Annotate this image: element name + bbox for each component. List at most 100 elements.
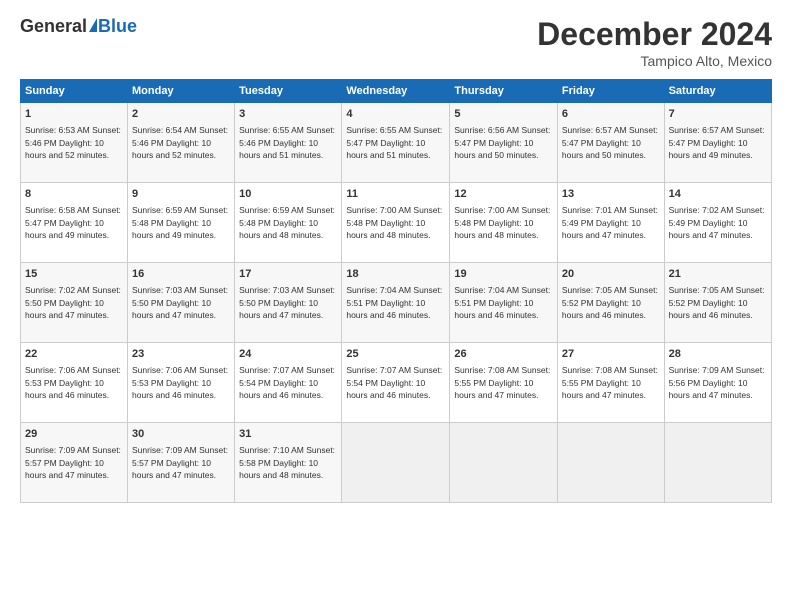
day-info: Sunrise: 7:00 AM Sunset: 5:48 PM Dayligh… xyxy=(454,204,553,241)
day-number: 27 xyxy=(562,347,660,362)
day-number: 17 xyxy=(239,267,337,282)
calendar-week-row: 29Sunrise: 7:09 AM Sunset: 5:57 PM Dayli… xyxy=(21,423,772,503)
calendar-cell: 3 Sunrise: 6:55 AM Sunset: 5:46 PM Daylig… xyxy=(235,103,342,183)
page: General Blue December 2024 Tampico Alto,… xyxy=(0,0,792,612)
calendar-day-header: Thursday xyxy=(450,80,558,103)
day-number: 25 xyxy=(346,347,445,362)
day-number: 22 xyxy=(25,347,123,362)
day-number: 13 xyxy=(562,187,660,202)
day-number: 18 xyxy=(346,267,445,282)
calendar-cell: 23 Sunrise: 7:06 AM Sunset: 5:53 PM Dayli… xyxy=(128,343,235,423)
logo: General Blue xyxy=(20,16,137,37)
calendar-header-row: SundayMondayTuesdayWednesdayThursdayFrid… xyxy=(21,80,772,103)
day-number: 31 xyxy=(239,427,337,442)
day-info: Sunrise: 6:54 AM Sunset: 5:46 PM Dayligh… xyxy=(132,124,230,161)
calendar-week-row: 15 Sunrise: 7:02 AM Sunset: 5:50 PM Dayli… xyxy=(21,263,772,343)
day-info: Sunrise: 7:04 AM Sunset: 5:51 PM Dayligh… xyxy=(454,284,553,321)
day-info: Sunrise: 6:59 AM Sunset: 5:48 PM Dayligh… xyxy=(132,204,230,241)
day-info: Sunrise: 6:56 AM Sunset: 5:47 PM Dayligh… xyxy=(454,124,553,161)
calendar-cell: 29Sunrise: 7:09 AM Sunset: 5:57 PM Dayli… xyxy=(21,423,128,503)
calendar-day-header: Monday xyxy=(128,80,235,103)
day-number: 4 xyxy=(346,107,445,122)
logo-blue-text: Blue xyxy=(98,16,137,37)
calendar-cell: 20 Sunrise: 7:05 AM Sunset: 5:52 PM Dayli… xyxy=(557,263,664,343)
day-info: Sunrise: 6:55 AM Sunset: 5:46 PM Dayligh… xyxy=(239,124,337,161)
calendar-table: SundayMondayTuesdayWednesdayThursdayFrid… xyxy=(20,79,772,503)
calendar-cell: 7Sunrise: 6:57 AM Sunset: 5:47 PM Daylig… xyxy=(664,103,771,183)
day-info: Sunrise: 7:07 AM Sunset: 5:54 PM Dayligh… xyxy=(239,364,337,401)
calendar-cell: 1Sunrise: 6:53 AM Sunset: 5:46 PM Daylig… xyxy=(21,103,128,183)
calendar-cell: 8 Sunrise: 6:58 AM Sunset: 5:47 PM Daylig… xyxy=(21,183,128,263)
day-info: Sunrise: 6:55 AM Sunset: 5:47 PM Dayligh… xyxy=(346,124,445,161)
calendar-day-header: Friday xyxy=(557,80,664,103)
calendar-cell: 18 Sunrise: 7:04 AM Sunset: 5:51 PM Dayli… xyxy=(342,263,450,343)
calendar-cell xyxy=(450,423,558,503)
day-number: 6 xyxy=(562,107,660,122)
day-info: Sunrise: 7:08 AM Sunset: 5:55 PM Dayligh… xyxy=(562,364,660,401)
calendar-cell: 21Sunrise: 7:05 AM Sunset: 5:52 PM Dayli… xyxy=(664,263,771,343)
calendar-cell xyxy=(664,423,771,503)
day-number: 26 xyxy=(454,347,553,362)
calendar-cell: 12 Sunrise: 7:00 AM Sunset: 5:48 PM Dayli… xyxy=(450,183,558,263)
calendar-cell: 25 Sunrise: 7:07 AM Sunset: 5:54 PM Dayli… xyxy=(342,343,450,423)
day-number: 19 xyxy=(454,267,553,282)
day-info: Sunrise: 7:07 AM Sunset: 5:54 PM Dayligh… xyxy=(346,364,445,401)
day-info: Sunrise: 7:06 AM Sunset: 5:53 PM Dayligh… xyxy=(132,364,230,401)
calendar-cell: 6 Sunrise: 6:57 AM Sunset: 5:47 PM Daylig… xyxy=(557,103,664,183)
day-number: 30 xyxy=(132,427,230,442)
day-number: 10 xyxy=(239,187,337,202)
day-info: Sunrise: 7:04 AM Sunset: 5:51 PM Dayligh… xyxy=(346,284,445,321)
day-info: Sunrise: 7:09 AM Sunset: 5:57 PM Dayligh… xyxy=(132,444,230,481)
day-info: Sunrise: 7:10 AM Sunset: 5:58 PM Dayligh… xyxy=(239,444,337,481)
calendar-cell: 22 Sunrise: 7:06 AM Sunset: 5:53 PM Dayli… xyxy=(21,343,128,423)
day-info: Sunrise: 7:02 AM Sunset: 5:50 PM Dayligh… xyxy=(25,284,123,321)
day-info: Sunrise: 7:05 AM Sunset: 5:52 PM Dayligh… xyxy=(562,284,660,321)
calendar-day-header: Tuesday xyxy=(235,80,342,103)
day-number: 9 xyxy=(132,187,230,202)
day-number: 16 xyxy=(132,267,230,282)
day-info: Sunrise: 7:08 AM Sunset: 5:55 PM Dayligh… xyxy=(454,364,553,401)
month-title: December 2024 xyxy=(537,16,772,53)
day-number: 7 xyxy=(669,107,767,122)
calendar-cell: 14Sunrise: 7:02 AM Sunset: 5:49 PM Dayli… xyxy=(664,183,771,263)
day-info: Sunrise: 7:01 AM Sunset: 5:49 PM Dayligh… xyxy=(562,204,660,241)
calendar-cell: 15 Sunrise: 7:02 AM Sunset: 5:50 PM Dayli… xyxy=(21,263,128,343)
calendar-cell: 19 Sunrise: 7:04 AM Sunset: 5:51 PM Dayli… xyxy=(450,263,558,343)
calendar-day-header: Saturday xyxy=(664,80,771,103)
calendar-cell: 28 Sunrise: 7:09 AM Sunset: 5:56 PM Dayli… xyxy=(664,343,771,423)
calendar-cell: 31 Sunrise: 7:10 AM Sunset: 5:58 PM Dayli… xyxy=(235,423,342,503)
calendar-cell: 24 Sunrise: 7:07 AM Sunset: 5:54 PM Dayli… xyxy=(235,343,342,423)
calendar-cell: 4 Sunrise: 6:55 AM Sunset: 5:47 PM Daylig… xyxy=(342,103,450,183)
calendar-cell: 11Sunrise: 7:00 AM Sunset: 5:48 PM Dayli… xyxy=(342,183,450,263)
day-info: Sunrise: 7:03 AM Sunset: 5:50 PM Dayligh… xyxy=(239,284,337,321)
day-number: 3 xyxy=(239,107,337,122)
day-info: Sunrise: 6:53 AM Sunset: 5:46 PM Dayligh… xyxy=(25,124,123,161)
calendar-week-row: 1Sunrise: 6:53 AM Sunset: 5:46 PM Daylig… xyxy=(21,103,772,183)
calendar-cell: 16 Sunrise: 7:03 AM Sunset: 5:50 PM Dayli… xyxy=(128,263,235,343)
day-number: 23 xyxy=(132,347,230,362)
day-info: Sunrise: 6:57 AM Sunset: 5:47 PM Dayligh… xyxy=(562,124,660,161)
day-number: 21 xyxy=(669,267,767,282)
day-info: Sunrise: 7:00 AM Sunset: 5:48 PM Dayligh… xyxy=(346,204,445,241)
day-number: 5 xyxy=(454,107,553,122)
day-info: Sunrise: 7:03 AM Sunset: 5:50 PM Dayligh… xyxy=(132,284,230,321)
calendar-day-header: Wednesday xyxy=(342,80,450,103)
day-number: 2 xyxy=(132,107,230,122)
calendar-week-row: 22 Sunrise: 7:06 AM Sunset: 5:53 PM Dayli… xyxy=(21,343,772,423)
day-info: Sunrise: 6:58 AM Sunset: 5:47 PM Dayligh… xyxy=(25,204,123,241)
day-number: 28 xyxy=(669,347,767,362)
day-number: 15 xyxy=(25,267,123,282)
calendar-cell: 26 Sunrise: 7:08 AM Sunset: 5:55 PM Dayli… xyxy=(450,343,558,423)
calendar-cell: 17 Sunrise: 7:03 AM Sunset: 5:50 PM Dayli… xyxy=(235,263,342,343)
day-info: Sunrise: 7:09 AM Sunset: 5:56 PM Dayligh… xyxy=(669,364,767,401)
day-number: 20 xyxy=(562,267,660,282)
calendar-cell: 13 Sunrise: 7:01 AM Sunset: 5:49 PM Dayli… xyxy=(557,183,664,263)
day-number: 8 xyxy=(25,187,123,202)
day-number: 24 xyxy=(239,347,337,362)
calendar-cell: 5 Sunrise: 6:56 AM Sunset: 5:47 PM Daylig… xyxy=(450,103,558,183)
day-number: 14 xyxy=(669,187,767,202)
calendar-cell: 2 Sunrise: 6:54 AM Sunset: 5:46 PM Daylig… xyxy=(128,103,235,183)
calendar-week-row: 8 Sunrise: 6:58 AM Sunset: 5:47 PM Daylig… xyxy=(21,183,772,263)
day-info: Sunrise: 7:06 AM Sunset: 5:53 PM Dayligh… xyxy=(25,364,123,401)
day-number: 12 xyxy=(454,187,553,202)
